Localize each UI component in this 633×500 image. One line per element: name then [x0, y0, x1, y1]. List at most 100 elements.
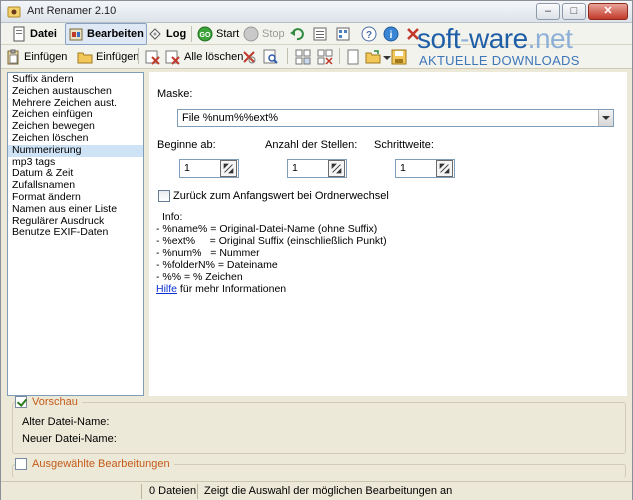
- clear-all-button[interactable]: Alle löschen: [165, 46, 243, 68]
- grid-view-icon[interactable]: [335, 26, 351, 42]
- list-item[interactable]: Nummerierung: [8, 144, 143, 157]
- selected-edits-toggle[interactable]: Ausgewählte Bearbeitungen: [15, 458, 174, 470]
- close-button[interactable]: ✕: [588, 3, 628, 20]
- start-spinner-arrows-icon[interactable]: [220, 160, 237, 177]
- title-bar: Ant Renamer 2.10 – □ ✕: [1, 1, 632, 23]
- info-line-folder: - %folderN% = Dateiname: [156, 259, 278, 271]
- paste-icon: [7, 49, 19, 65]
- clear-all-label: Alle löschen: [184, 51, 244, 63]
- help-link[interactable]: Hilfe: [156, 283, 177, 295]
- remove-missing-icon[interactable]: [241, 49, 257, 65]
- sort-icon[interactable]: [317, 49, 333, 65]
- mask-label: Maske:: [157, 88, 193, 100]
- start-value: 1: [184, 162, 190, 174]
- list-item[interactable]: Namen aus einer Liste: [8, 203, 143, 216]
- stop-icon: [243, 26, 259, 42]
- step-value: 1: [400, 162, 406, 174]
- find-icon[interactable]: [263, 49, 279, 65]
- status-file-count: 0 Dateien: [149, 485, 197, 497]
- remove-selected-icon[interactable]: [144, 49, 160, 65]
- start-button[interactable]: GO Start: [197, 23, 239, 45]
- digits-spinner-arrows-icon[interactable]: [328, 160, 345, 177]
- ant-app-icon: [7, 6, 21, 18]
- list-item[interactable]: Zeichen löschen: [8, 132, 143, 145]
- status-message: Zeigt die Auswahl der möglichen Bearbeit…: [204, 485, 453, 497]
- paste-folders-button[interactable]: Einfügen: [77, 46, 139, 68]
- stop-label: Stop: [262, 28, 285, 40]
- watermark-dash: -: [460, 23, 469, 54]
- preview-toggle[interactable]: Vorschau: [15, 396, 82, 408]
- move-up-icon[interactable]: [295, 49, 311, 65]
- minimize-button[interactable]: –: [536, 3, 560, 20]
- info-title: Info:: [162, 211, 183, 223]
- watermark-soft: soft: [417, 23, 461, 54]
- edit-menu-label: Bearbeiten: [87, 28, 144, 40]
- digits-label: Anzahl der Stellen:: [265, 139, 358, 151]
- list-item[interactable]: Zeichen austauschen: [8, 85, 143, 98]
- svg-text:GO: GO: [200, 32, 211, 39]
- watermark-net: net: [534, 23, 573, 54]
- help-line: Hilfe für mehr Informationen: [156, 283, 286, 295]
- log-menu-icon: [149, 28, 161, 40]
- edit-menu-icon: [69, 28, 83, 41]
- file-menu-label: Datei: [30, 28, 57, 40]
- open-batch-icon[interactable]: [365, 49, 381, 65]
- preview-label: Vorschau: [32, 396, 78, 408]
- go-icon: GO: [197, 26, 213, 42]
- action-list[interactable]: Suffix ändern Zeichen austauschen Mehrere …: [7, 72, 144, 396]
- info-line-percent: - %% = % Zeichen: [156, 271, 243, 283]
- info-icon[interactable]: i: [383, 26, 399, 42]
- paste-files-button[interactable]: Einfügen: [5, 46, 67, 68]
- start-label: Start: [216, 28, 240, 40]
- list-view-icon[interactable]: [312, 26, 328, 42]
- info-line-num: - %num% = Nummer: [156, 247, 260, 259]
- info-line-name: - %name% = Original-Datei-Name (ohne Suf…: [156, 223, 378, 235]
- status-bar: 0 Dateien Zeigt die Auswahl der mögliche…: [1, 481, 632, 500]
- reset-on-folder-label: Zurück zum Anfangswert bei Ordnerwechsel: [173, 190, 389, 202]
- preview-group: [12, 402, 626, 454]
- undo-icon[interactable]: [289, 26, 305, 42]
- start-label: Beginne ab:: [157, 139, 216, 151]
- mask-value: File %num%%ext%: [182, 112, 278, 124]
- watermark-logo: soft-ware.net AKTUELLE DOWNLOADS: [413, 23, 633, 69]
- svg-text:?: ?: [366, 30, 372, 41]
- reset-on-folder-checkbox[interactable]: [158, 190, 170, 202]
- edit-menu-button[interactable]: Bearbeiten: [65, 23, 147, 45]
- help-suffix: für mehr Informationen: [177, 283, 287, 295]
- new-name-label: Neuer Datei-Name:: [22, 433, 117, 445]
- log-menu-label: Log: [166, 28, 187, 40]
- stop-button[interactable]: Stop: [243, 23, 285, 45]
- numbering-panel: Maske: File %num%%ext% Beginne ab: Anzah…: [149, 72, 627, 396]
- watermark-ware: ware: [468, 23, 528, 54]
- selected-edits-checkbox[interactable]: [15, 458, 27, 470]
- step-label: Schrittweite:: [374, 139, 434, 151]
- chevron-down-icon: [602, 116, 610, 120]
- file-menu-icon: [13, 26, 25, 42]
- mask-dropdown-button[interactable]: [598, 110, 613, 126]
- new-list-icon[interactable]: [345, 49, 361, 65]
- selected-edits-label: Ausgewählte Bearbeitungen: [32, 458, 170, 470]
- file-menu-button[interactable]: Datei: [11, 23, 57, 45]
- paste-files-label: Einfügen: [24, 51, 68, 63]
- list-item[interactable]: Format ändern: [8, 191, 143, 204]
- save-icon[interactable]: [391, 49, 407, 65]
- mask-input[interactable]: File %num%%ext%: [177, 109, 614, 127]
- preview-checkbox[interactable]: [15, 396, 27, 408]
- help-icon[interactable]: ?: [361, 26, 377, 42]
- watermark-title: soft-ware.net: [417, 23, 573, 55]
- watermark-subtitle: AKTUELLE DOWNLOADS: [419, 53, 580, 68]
- window-controls: – □ ✕: [536, 3, 628, 20]
- old-name-label: Alter Datei-Name:: [22, 416, 110, 428]
- paste-folders-label: Einfügen: [96, 51, 140, 63]
- digits-value: 1: [292, 162, 298, 174]
- list-item[interactable]: Benutze EXIF-Daten: [8, 227, 143, 239]
- step-spinner-arrows-icon[interactable]: [436, 160, 453, 177]
- maximize-button[interactable]: □: [562, 3, 586, 20]
- watermark-dot: .: [527, 23, 536, 54]
- svg-text:i: i: [390, 30, 393, 41]
- log-menu-button[interactable]: Log: [147, 23, 186, 45]
- clear-all-icon: [165, 50, 180, 65]
- info-line-ext: - %ext% = Original Suffix (einschließlic…: [156, 235, 387, 247]
- dropdown-arrow-icon[interactable]: [383, 56, 391, 60]
- app-window: Ant Renamer 2.10 – □ ✕ Datei Bearbeiten …: [0, 0, 633, 500]
